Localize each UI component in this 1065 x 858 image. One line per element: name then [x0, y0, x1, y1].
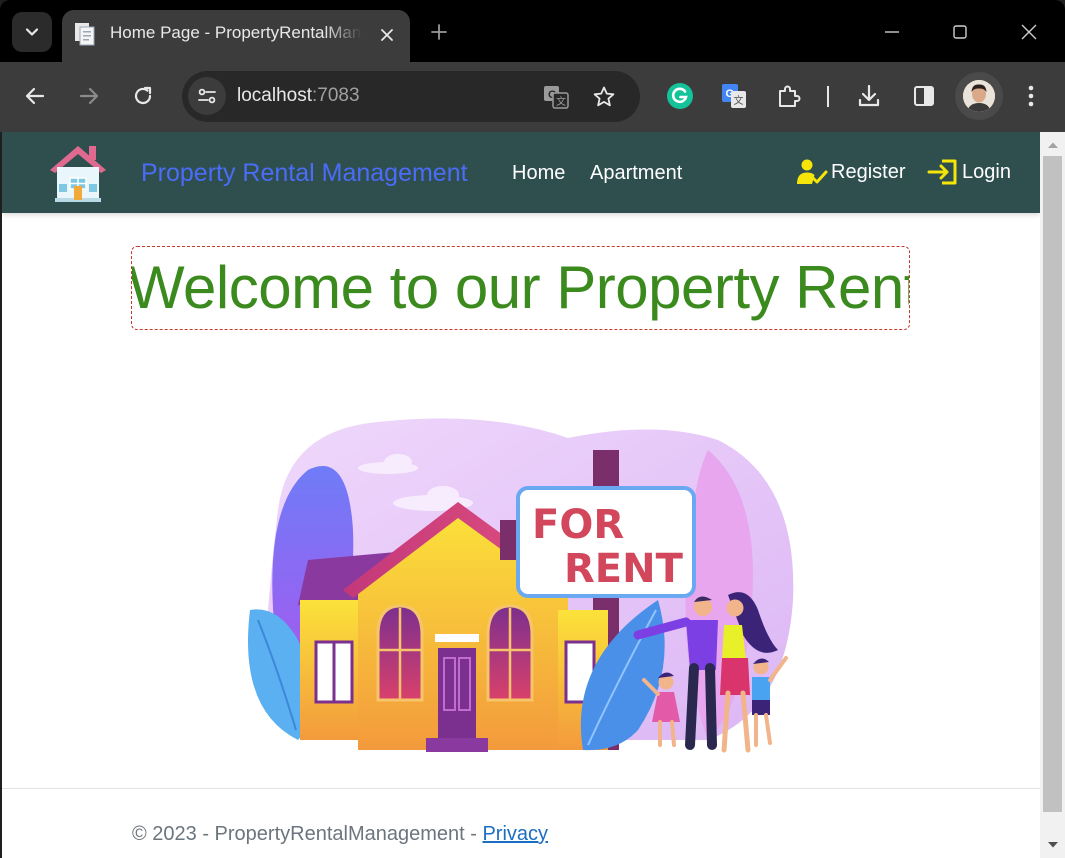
scroll-up-button[interactable]: [1040, 136, 1065, 154]
close-icon: [381, 29, 393, 41]
welcome-heading: Welcome to our Property Rental: [131, 254, 910, 321]
scroll-down-button[interactable]: [1040, 836, 1065, 854]
toolbar-separator: [827, 86, 829, 107]
new-tab-button[interactable]: [424, 17, 454, 47]
nav-link-apartment[interactable]: Apartment: [590, 162, 682, 185]
url-text: localhost:7083: [237, 85, 360, 107]
house-logo-icon[interactable]: [46, 140, 110, 204]
active-tab[interactable]: Home Page - PropertyRentalManagement: [62, 10, 410, 62]
site-info-button[interactable]: [188, 77, 226, 115]
translate-button[interactable]: G 文: [542, 83, 570, 111]
arrow-right-icon: [79, 87, 99, 105]
register-label: Register: [831, 160, 906, 183]
more-vert-icon: [1028, 85, 1034, 107]
close-icon: [1021, 24, 1037, 40]
triangle-up-icon: [1047, 142, 1058, 148]
side-panel-icon: [914, 86, 934, 106]
footer-copyright: © 2023 - PropertyRentalManagement -: [132, 823, 483, 845]
puzzle-icon: [779, 85, 801, 107]
side-panel-button[interactable]: [909, 81, 939, 111]
sign-text-for: FOR: [532, 502, 624, 548]
page-viewport: Property Rental Management Home Apartmen…: [2, 132, 1040, 858]
privacy-link[interactable]: Privacy: [482, 823, 548, 845]
translate-icon: G 文: [544, 86, 569, 109]
for-rent-illustration: FOR RENT: [248, 418, 794, 753]
tune-icon: [198, 88, 216, 104]
login-icon: [927, 159, 957, 185]
reload-button[interactable]: [123, 76, 163, 116]
url-host: localhost: [237, 85, 312, 106]
sign-text-rent: RENT: [564, 546, 684, 592]
footer: © 2023 - PropertyRentalManagement - Priv…: [132, 823, 548, 846]
register-link[interactable]: Register: [796, 156, 905, 188]
triangle-down-icon: [1047, 842, 1058, 848]
google-translate-extension-button[interactable]: G 文: [719, 81, 749, 111]
google-translate-icon: G 文: [722, 84, 746, 108]
scroll-thumb[interactable]: [1043, 156, 1062, 812]
avatar: [963, 80, 995, 112]
window-close-button[interactable]: [1011, 14, 1047, 50]
maximize-icon: [953, 25, 967, 39]
user-photo-icon: [963, 80, 995, 112]
star-icon: [593, 86, 615, 107]
page-scrollbar[interactable]: [1040, 132, 1065, 858]
chevron-down-icon: [25, 28, 39, 36]
page-favicon-icon: [75, 23, 95, 46]
user-check-icon: [797, 159, 828, 184]
grammarly-extension-button[interactable]: [665, 81, 695, 111]
downloads-button[interactable]: [854, 81, 884, 111]
forward-button[interactable]: [69, 76, 109, 116]
login-label: Login: [962, 160, 1011, 183]
maximize-button[interactable]: [942, 14, 978, 50]
tab-search-button[interactable]: [12, 12, 52, 52]
bookmark-button[interactable]: [590, 83, 618, 111]
site-navbar: Property Rental Management Home Apartmen…: [2, 132, 1040, 213]
nav-link-home[interactable]: Home: [512, 162, 565, 185]
svg-text:文: 文: [556, 95, 566, 108]
url-port: :7083: [312, 85, 360, 106]
tab-title: Home Page - PropertyRentalManagement: [110, 23, 362, 42]
svg-text:文: 文: [734, 94, 744, 107]
footer-divider: [2, 788, 1040, 789]
minimize-button[interactable]: [874, 14, 910, 50]
plus-icon: [431, 24, 447, 40]
minimize-icon: [885, 31, 899, 33]
reload-icon: [134, 86, 152, 105]
download-icon: [858, 84, 880, 107]
browser-tab-bar: Home Page - PropertyRentalManagement: [0, 0, 1065, 62]
address-bar[interactable]: localhost:7083 G 文: [182, 71, 640, 122]
extensions-button[interactable]: [774, 81, 804, 111]
brand-link[interactable]: Property Rental Management: [141, 159, 468, 188]
browser-menu-button[interactable]: [1016, 81, 1046, 111]
grammarly-icon: [667, 83, 693, 109]
arrow-left-icon: [25, 87, 45, 105]
tab-close-button[interactable]: [374, 22, 400, 48]
welcome-banner: Welcome to our Property Rental: [131, 246, 910, 330]
profile-avatar-button[interactable]: [955, 72, 1003, 120]
back-button[interactable]: [15, 76, 55, 116]
login-link[interactable]: Login: [927, 156, 1011, 188]
browser-toolbar: localhost:7083 G 文 G 文: [0, 62, 1065, 132]
